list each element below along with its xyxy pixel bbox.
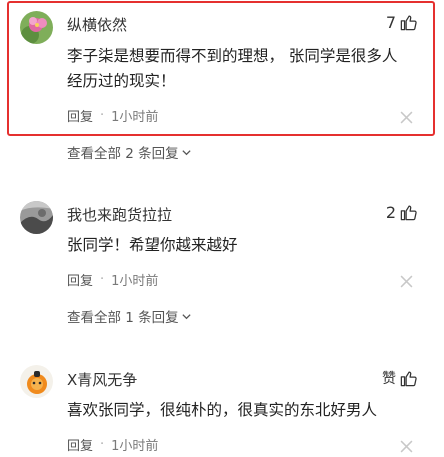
like-button[interactable]: 赞 <box>382 368 418 388</box>
view-all-replies-link[interactable]: 查看全部 2 条回复 <box>67 142 192 162</box>
comment-text-line: 张同学！希望你越来越好 <box>67 236 238 254</box>
avatar[interactable] <box>20 11 53 44</box>
separator: · <box>100 437 105 452</box>
reply-button[interactable]: 回复 <box>67 435 93 454</box>
comment-text-line: 经历过的现实！ <box>67 72 176 90</box>
thumbs-up-icon <box>400 15 417 31</box>
comment-text: 张同学！希望你越来越好 <box>67 233 419 258</box>
reply-button[interactable]: 回复 <box>67 106 93 125</box>
avatar[interactable] <box>20 201 53 234</box>
like-count: 7 <box>385 13 396 32</box>
view-all-replies-label: 查看全部 1 条回复 <box>67 310 179 326</box>
chevron-down-icon <box>182 149 191 155</box>
view-all-replies-link[interactable]: 查看全部 1 条回复 <box>67 306 192 326</box>
dark-photo-avatar-icon <box>20 201 53 234</box>
chevron-down-icon <box>182 313 191 319</box>
username[interactable]: 我也来跑货拉拉 <box>67 204 172 225</box>
timestamp: 1小时前 <box>111 274 159 289</box>
comment-meta: 回复 · 1小时前 <box>67 270 158 289</box>
comment-text: 喜欢张同学，很纯朴的，很真实的东北好男人 <box>67 398 419 423</box>
separator: · <box>100 108 105 123</box>
separator: · <box>100 272 105 287</box>
close-icon[interactable] <box>400 273 413 288</box>
avatar[interactable] <box>20 365 53 398</box>
username[interactable]: X青风无争 <box>67 369 137 390</box>
like-button[interactable]: 7 <box>386 13 418 32</box>
thumbs-up-icon <box>400 371 417 386</box>
comment-text-line: 李子柒是想要而得不到的理想， 张同学是很多人 <box>67 47 398 65</box>
like-label: 赞 <box>382 371 396 387</box>
flower-avatar-icon <box>20 11 53 44</box>
view-all-replies-label: 查看全部 2 条回复 <box>67 146 179 162</box>
reply-button[interactable]: 回复 <box>67 270 93 289</box>
comment-text-line: 喜欢张同学，很纯朴的，很真实的东北好男人 <box>67 401 378 419</box>
like-count: 2 <box>385 203 396 222</box>
thumbs-up-icon <box>400 205 417 221</box>
comment-meta: 回复 · 1小时前 <box>67 435 158 454</box>
comment-meta: 回复 · 1小时前 <box>67 106 158 125</box>
timestamp: 1小时前 <box>111 439 159 454</box>
close-icon[interactable] <box>400 109 413 124</box>
like-button[interactable]: 2 <box>386 203 418 222</box>
comment-text: 李子柒是想要而得不到的理想， 张同学是很多人 经历过的现实！ <box>67 44 419 94</box>
username[interactable]: 纵横依然 <box>67 14 127 35</box>
cartoon-avatar-icon <box>20 365 53 398</box>
timestamp: 1小时前 <box>111 110 159 125</box>
close-icon[interactable] <box>400 438 413 453</box>
